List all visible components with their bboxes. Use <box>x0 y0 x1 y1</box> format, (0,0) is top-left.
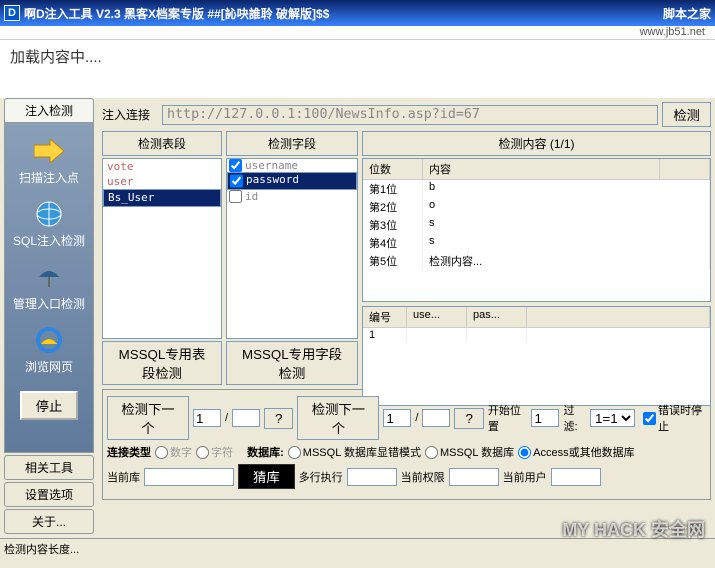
content-grid[interactable]: 位数 内容 第1位b第2位o第3位s第4位s第5位检测内容... <box>362 158 711 302</box>
page1b-input[interactable] <box>232 409 260 427</box>
curuser-label: 当前权限 <box>401 469 445 485</box>
sidebar-item-admin[interactable]: 管理入口检测 <box>7 261 91 312</box>
list-item[interactable]: user <box>103 174 221 189</box>
fields-list[interactable]: username password id <box>226 158 358 339</box>
window-title: 啊D注入工具 V2.3 黑客X档案专版 ##[訫吷誰聆 破解版]$$ <box>24 5 663 22</box>
table-row[interactable]: 第4位s <box>363 234 710 252</box>
sidebar-item-label: 浏览网页 <box>25 358 73 375</box>
umbrella-icon <box>33 261 65 293</box>
ie-icon <box>33 324 65 356</box>
multi-label: 多行执行 <box>299 469 343 485</box>
q2-button[interactable]: ? <box>454 408 483 429</box>
field-checkbox[interactable] <box>230 173 243 189</box>
content-header[interactable]: 检测内容 (1/1) <box>362 131 711 156</box>
curdb-label: 当前库 <box>107 469 140 485</box>
mssql-fields-button[interactable]: MSSQL专用字段检测 <box>226 341 358 385</box>
page1-input[interactable] <box>193 409 221 427</box>
stop-button[interactable]: 停止 <box>20 391 79 420</box>
col-header[interactable]: 位数 <box>363 159 423 179</box>
tables-list[interactable]: vote user Bs_User <box>102 158 222 339</box>
col-header[interactable]: pas... <box>467 307 527 327</box>
records-grid[interactable]: 编号 use... pas... 1 <box>362 306 711 406</box>
arrow-icon <box>33 135 65 167</box>
table-row[interactable]: 第2位o <box>363 198 710 216</box>
field-checkbox[interactable] <box>229 190 242 203</box>
status-bar: 检测内容长度... <box>0 538 715 556</box>
table-row[interactable]: 第5位检测内容... <box>363 252 710 270</box>
list-item[interactable]: username <box>227 159 357 172</box>
table-row[interactable]: 第1位b <box>363 180 710 198</box>
db-label: 数据库: <box>247 444 284 460</box>
db-access-radio[interactable]: Access或其他数据库 <box>518 444 634 460</box>
loading-text: 加载内容中.... <box>10 49 102 66</box>
content-area: 注入连接 检测 检测表段 vote user Bs_User MSSQL专用表段… <box>98 98 715 538</box>
startpos-label: 开始位置 <box>488 402 528 434</box>
col-header[interactable]: 内容 <box>423 159 660 179</box>
startpos-input[interactable] <box>531 409 559 427</box>
sidebar-item-label: SQL注入检测 <box>13 232 85 249</box>
conn-char-radio[interactable]: 字符 <box>196 444 233 460</box>
guess-button[interactable]: 猜库 <box>238 464 295 489</box>
sidebar-header[interactable]: 注入检测 <box>4 98 94 122</box>
db-mssqlerr-radio[interactable]: MSSQL 数据库显错模式 <box>288 444 421 460</box>
url-label: 注入连接 <box>102 106 158 123</box>
col-header[interactable]: use... <box>407 307 467 327</box>
tab-tools[interactable]: 相关工具 <box>4 455 94 480</box>
mssql-tables-button[interactable]: MSSQL专用表段检测 <box>102 341 222 385</box>
multi-input[interactable] <box>347 468 397 486</box>
filter-label: 过滤: <box>563 402 586 434</box>
tables-header[interactable]: 检测表段 <box>102 131 222 156</box>
globe-icon <box>33 198 65 230</box>
field-checkbox[interactable] <box>229 159 242 172</box>
col-header[interactable]: 编号 <box>363 307 407 327</box>
table-row[interactable]: 1 <box>363 328 710 342</box>
detect-button[interactable]: 检测 <box>662 102 711 127</box>
brand-label: 脚本之家 <box>663 5 711 22</box>
app-icon: D <box>4 5 20 21</box>
loading-area: 加载内容中.... <box>0 40 715 98</box>
cururl-input[interactable] <box>551 468 601 486</box>
conn-numeric-radio[interactable]: 数字 <box>155 444 192 460</box>
sidebar-item-scan[interactable]: 扫描注入点 <box>7 135 91 186</box>
col-header[interactable] <box>660 159 710 179</box>
curdb-input[interactable] <box>144 468 234 486</box>
sidebar-bottom-tabs: 相关工具 设置选项 关于... <box>4 453 94 534</box>
filter-select[interactable]: 1=1 <box>590 409 635 427</box>
sidebar: 注入检测 扫描注入点 SQL注入检测 管理入口检测 浏览网页 停止 相关工具 设… <box>0 98 98 538</box>
table-row[interactable]: 第3位s <box>363 216 710 234</box>
q1-button[interactable]: ? <box>264 408 293 429</box>
page2-input[interactable] <box>383 409 411 427</box>
cururl-label: 当前用户 <box>503 469 547 485</box>
next2-button[interactable]: 检测下一个 <box>297 396 379 440</box>
curuser-input[interactable] <box>449 468 499 486</box>
err-stop-checkbox[interactable]: 错误时停止 <box>643 402 706 434</box>
sidebar-item-label: 扫描注入点 <box>19 169 79 186</box>
tab-settings[interactable]: 设置选项 <box>4 482 94 507</box>
conn-label: 连接类型 <box>107 444 151 460</box>
fields-header[interactable]: 检测字段 <box>226 131 358 156</box>
list-item[interactable]: password <box>227 172 357 190</box>
sub-header: www.jb51.net <box>0 26 715 40</box>
list-item[interactable]: vote <box>103 159 221 174</box>
sidebar-item-sql[interactable]: SQL注入检测 <box>7 198 91 249</box>
url-input[interactable] <box>162 105 658 125</box>
title-bar: D 啊D注入工具 V2.3 黑客X档案专版 ##[訫吷誰聆 破解版]$$ 脚本之… <box>0 0 715 26</box>
next1-button[interactable]: 检测下一个 <box>107 396 189 440</box>
col-header[interactable] <box>527 307 710 327</box>
sidebar-item-label: 管理入口检测 <box>13 295 85 312</box>
db-mssql-radio[interactable]: MSSQL 数据库 <box>425 444 514 460</box>
sidebar-tools: 扫描注入点 SQL注入检测 管理入口检测 浏览网页 停止 <box>4 122 94 453</box>
sidebar-item-browse[interactable]: 浏览网页 <box>7 324 91 375</box>
tab-about[interactable]: 关于... <box>4 509 94 534</box>
list-item[interactable]: id <box>227 190 357 203</box>
list-item[interactable]: Bs_User <box>103 189 221 207</box>
page2b-input[interactable] <box>422 409 450 427</box>
